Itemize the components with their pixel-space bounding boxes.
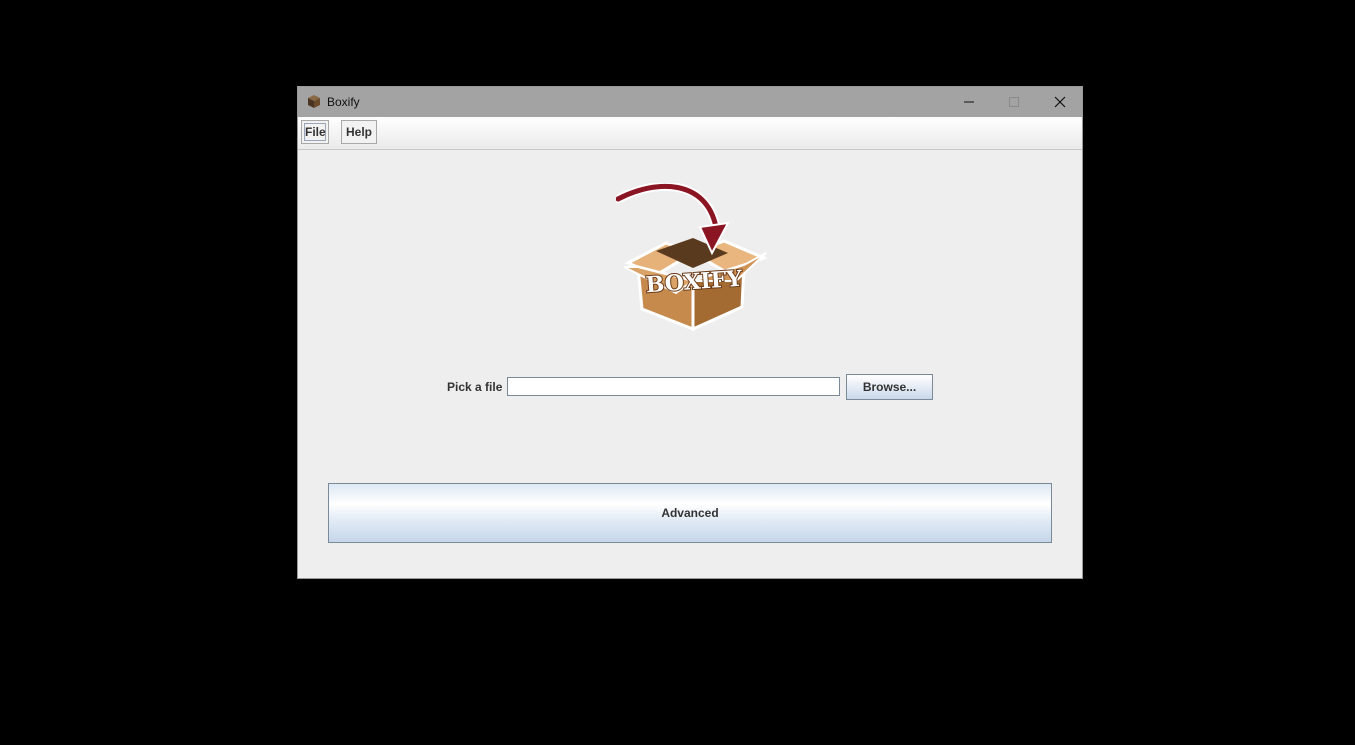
menu-bar: File Help xyxy=(298,117,1082,150)
menu-file-label: File xyxy=(304,123,326,141)
title-bar[interactable]: Boxify xyxy=(298,87,1082,117)
app-window: Boxify File Help BOXIFY Pick a file Brow… xyxy=(297,86,1083,579)
maximize-icon xyxy=(1009,97,1019,107)
file-path-input[interactable] xyxy=(507,377,840,396)
box-icon xyxy=(308,95,320,108)
browse-button[interactable]: Browse... xyxy=(846,374,933,400)
maximize-button[interactable] xyxy=(991,87,1036,117)
advanced-button[interactable]: Advanced xyxy=(328,483,1052,543)
close-icon xyxy=(1054,96,1066,108)
close-button[interactable] xyxy=(1037,87,1082,117)
boxify-logo: BOXIFY xyxy=(616,183,768,332)
menu-file[interactable]: File xyxy=(301,120,329,144)
minimize-icon xyxy=(964,101,974,103)
pick-file-label: Pick a file xyxy=(447,380,503,394)
menu-help[interactable]: Help xyxy=(341,120,377,144)
window-title: Boxify xyxy=(327,95,360,109)
minimize-button[interactable] xyxy=(946,87,991,117)
